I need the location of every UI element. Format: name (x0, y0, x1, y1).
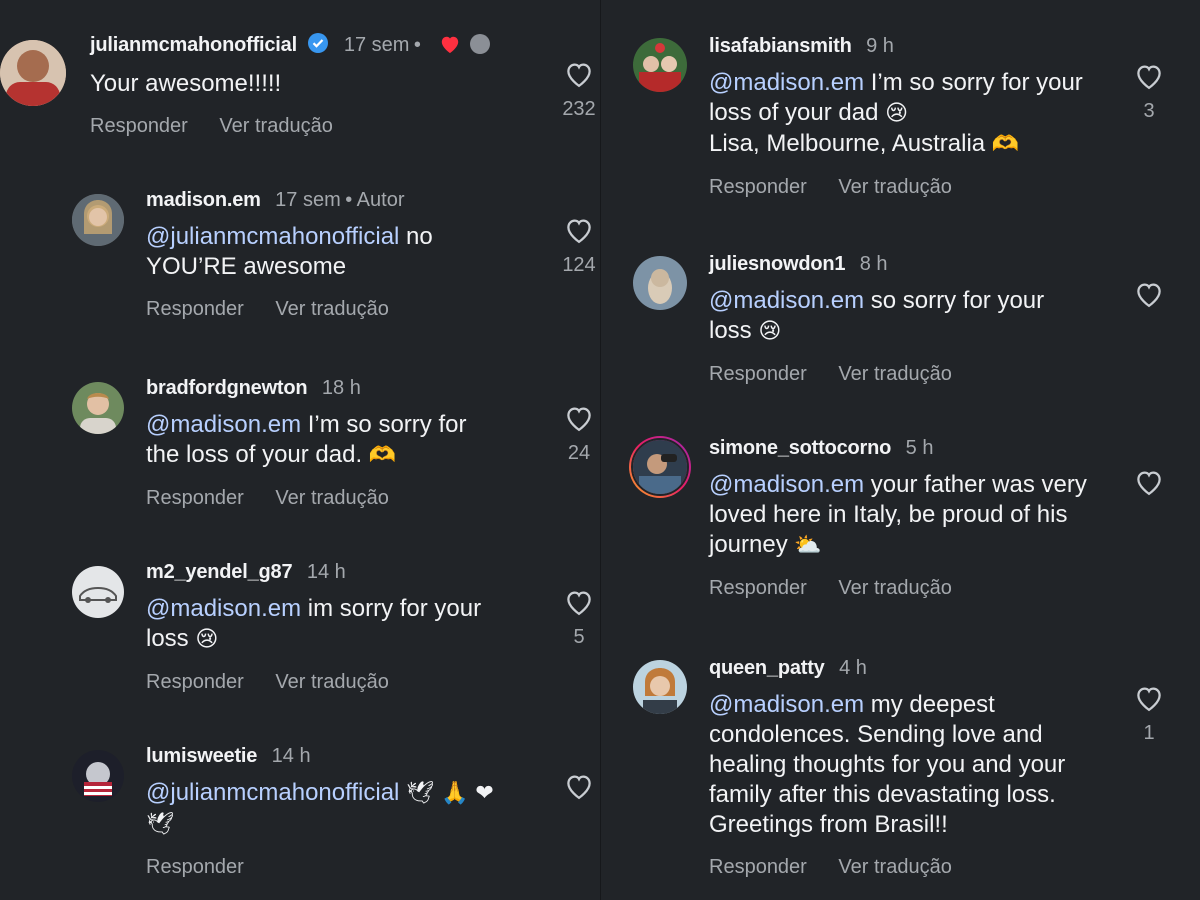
avatar[interactable] (0, 40, 66, 106)
translate-button[interactable]: Ver tradução (838, 577, 951, 599)
reply-button[interactable]: Responder (709, 363, 807, 385)
comment-username[interactable]: lumisweetie (146, 745, 257, 767)
comment-item: m2_yendel_g87 14 h @madison.em im sorry … (72, 560, 600, 720)
like-block (1119, 468, 1179, 496)
like-block (1119, 280, 1179, 308)
comment-time: 18 h (321, 377, 361, 399)
reply-button[interactable]: Responder (146, 671, 244, 693)
like-block: 3 (1119, 62, 1179, 123)
avatar[interactable] (72, 566, 124, 618)
reply-button[interactable]: Responder (146, 856, 244, 878)
heart-icon[interactable] (564, 588, 594, 616)
avatar[interactable] (629, 436, 691, 498)
sun-behind-cloud-emoji: ⛅ (794, 533, 822, 558)
translate-button[interactable]: Ver tradução (275, 298, 388, 320)
heart-icon[interactable] (1134, 684, 1164, 712)
comment-time: 14 h (306, 561, 346, 583)
translate-button[interactable]: Ver tradução (838, 176, 951, 198)
comment-text: Your awesome!!!!! (90, 70, 282, 98)
crying-face-emoji: 😢 (885, 101, 909, 126)
comment-time: 4 h (839, 657, 867, 679)
heart-icon[interactable] (564, 404, 594, 432)
comment-item: madison.em 17 sem • Autor @julianmcmahon… (72, 188, 600, 348)
comment-time: 14 h (271, 745, 311, 767)
heart-hands-emoji: 🫶 (368, 443, 397, 468)
comment-time: 5 h (905, 437, 934, 459)
reply-button[interactable]: Responder (709, 577, 807, 599)
creator-liked-heart-icon (439, 36, 465, 55)
like-count: 3 (1143, 100, 1155, 122)
comment-time: 17 sem (343, 34, 410, 56)
mention-link[interactable]: @madison.em (146, 595, 301, 622)
comment-username[interactable]: m2_yendel_g87 (146, 561, 293, 583)
comment-item: lisafabiansmith 9 h @madison.em I’m so s… (633, 34, 1200, 214)
comment-item: bradfordgnewton 18 h @madison.em I’m so … (72, 376, 600, 536)
comment-time: 8 h (859, 253, 888, 275)
translate-button[interactable]: Ver tradução (219, 115, 332, 137)
comment-username[interactable]: simone_sottocorno (709, 437, 891, 459)
avatar[interactable] (72, 194, 124, 246)
heart-icon[interactable] (1134, 280, 1164, 308)
avatar[interactable] (633, 660, 687, 714)
heart-icon[interactable] (1134, 468, 1164, 496)
comment-item: juliesnowdon1 8 h @madison.em so sorry f… (633, 252, 1200, 402)
crying-face-emoji: 😢 (195, 627, 219, 652)
reply-button[interactable]: Responder (709, 176, 807, 198)
mention-link[interactable]: @julianmcmahonofficial (146, 779, 399, 806)
mention-link[interactable]: @madison.em (146, 411, 301, 438)
author-badge: Autor (356, 189, 405, 211)
translate-button[interactable]: Ver tradução (275, 487, 388, 509)
creator-avatar-small (469, 34, 490, 54)
reply-button[interactable]: Responder (709, 856, 807, 878)
comments-column-right: lisafabiansmith 9 h @madison.em I’m so s… (600, 0, 1200, 900)
reply-button[interactable]: Responder (146, 487, 244, 509)
mention-link[interactable]: @madison.em (709, 287, 864, 314)
like-count: 1 (1143, 722, 1155, 744)
translate-button[interactable]: Ver tradução (838, 363, 951, 385)
crying-face-emoji: 😢 (758, 319, 782, 344)
comment-time: 9 h (866, 35, 894, 57)
comment-username[interactable]: queen_patty (709, 657, 825, 679)
avatar[interactable] (72, 750, 124, 802)
like-block: 1 (1119, 684, 1179, 745)
mention-link[interactable]: @julianmcmahonofficial (146, 223, 399, 250)
heart-icon[interactable] (564, 772, 594, 800)
comment-username[interactable]: juliesnowdon1 (709, 253, 845, 275)
comment-item: queen_patty 4 h @madison.em my deepest c… (633, 656, 1200, 896)
comment-item: lumisweetie 14 h @julianmcmahonofficial … (72, 744, 600, 894)
heart-icon[interactable] (1134, 62, 1164, 90)
comments-column-left: julianmcmahonofficial 17 sem • Your awes… (0, 0, 600, 900)
comment-item: simone_sottocorno 5 h @madison.em your f… (629, 436, 1200, 626)
reply-button[interactable]: Responder (90, 115, 188, 137)
comment-time: 17 sem (275, 189, 341, 211)
comment-username[interactable]: julianmcmahonofficial (90, 34, 297, 56)
comment-item: julianmcmahonofficial 17 sem • Your awes… (0, 32, 600, 152)
reply-button[interactable]: Responder (146, 298, 244, 320)
comment-text-line2: Lisa, Melbourne, Australia (709, 130, 986, 157)
heart-hands-emoji: 🫶 (991, 132, 1020, 157)
mention-link[interactable]: @madison.em (709, 69, 864, 96)
comment-username[interactable]: madison.em (146, 189, 261, 211)
avatar[interactable] (633, 256, 687, 310)
translate-button[interactable]: Ver tradução (838, 856, 951, 878)
mention-link[interactable]: @madison.em (709, 691, 864, 718)
heart-icon[interactable] (564, 216, 594, 244)
translate-button[interactable]: Ver tradução (275, 671, 388, 693)
verified-badge-icon (307, 32, 329, 59)
comment-username[interactable]: bradfordgnewton (146, 377, 308, 399)
avatar[interactable] (633, 38, 687, 92)
mention-link[interactable]: @madison.em (709, 471, 864, 498)
comment-username[interactable]: lisafabiansmith (709, 35, 852, 57)
avatar[interactable] (72, 382, 124, 434)
heart-icon[interactable] (564, 60, 594, 88)
